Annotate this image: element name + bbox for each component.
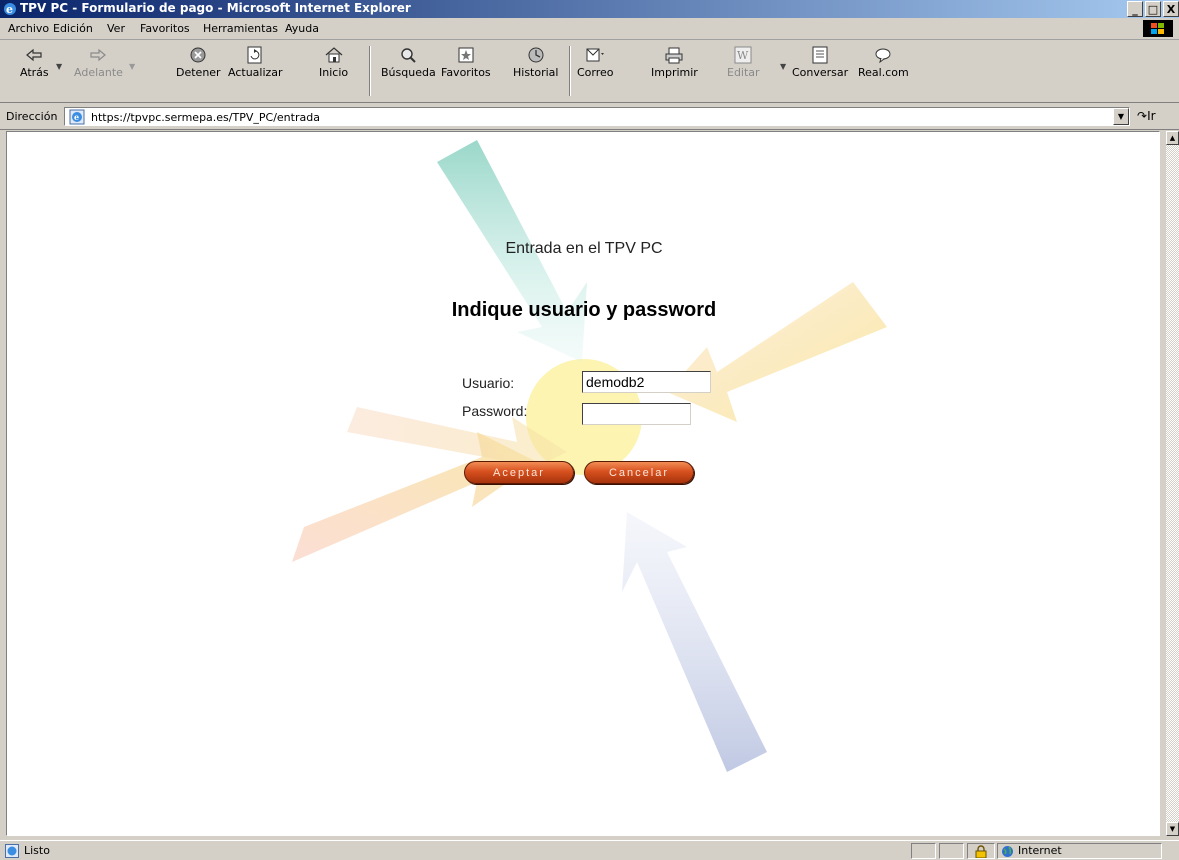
search-icon	[401, 48, 417, 63]
page-title: Indique usuario y password	[451, 299, 717, 321]
stop-button[interactable]: Detener	[176, 46, 221, 79]
back-button[interactable]: Atrás	[20, 46, 49, 79]
menu-herramientas[interactable]: Herramientas	[203, 22, 278, 35]
title-bar: e TPV PC - Formulario de pago - Microsof…	[0, 0, 1179, 18]
lock-icon	[975, 845, 987, 858]
security-panel	[967, 843, 995, 859]
favorites-icon	[458, 47, 474, 63]
status-bar: Listo Internet	[0, 840, 1179, 860]
toolbar-separator	[369, 46, 371, 96]
discuss-button[interactable]: Conversar	[792, 46, 848, 79]
address-input[interactable]: e https://tpvpc.sermepa.es/TPV_PC/entrad…	[64, 107, 1130, 126]
menu-ayuda[interactable]: Ayuda	[285, 22, 319, 35]
ie-logo-icon: e	[4, 3, 16, 16]
address-label: Dirección	[6, 110, 58, 123]
background-arrows-graphic	[292, 140, 887, 772]
forward-dropdown-icon[interactable]: ▼	[129, 62, 135, 71]
address-dropdown-icon[interactable]: ▼	[1113, 108, 1129, 125]
menu-favoritos[interactable]: Favoritos	[140, 22, 190, 35]
status-text: Listo	[24, 844, 50, 857]
menu-edicion[interactable]: Edición	[53, 22, 93, 35]
stop-icon	[190, 47, 206, 63]
scroll-down-icon[interactable]: ▼	[1166, 822, 1179, 836]
status-panel	[911, 843, 936, 859]
status-panel	[939, 843, 964, 859]
cancelar-button[interactable]: Cancelar	[584, 461, 694, 484]
password-input[interactable]	[582, 403, 691, 425]
edit-button[interactable]: W Editar	[727, 46, 760, 79]
refresh-button[interactable]: Actualizar	[228, 46, 283, 79]
usuario-input[interactable]	[582, 371, 711, 393]
home-button[interactable]: Inicio	[319, 46, 348, 79]
back-dropdown-icon[interactable]: ▼	[56, 62, 62, 71]
toolbar-separator	[569, 46, 571, 96]
svg-text:e: e	[6, 3, 13, 16]
minimize-button[interactable]: _	[1127, 1, 1143, 17]
address-bar: Dirección e https://tpvpc.sermepa.es/TPV…	[0, 103, 1179, 130]
history-button[interactable]: Historial	[513, 46, 558, 79]
password-label: Password:	[462, 403, 528, 419]
maximize-button[interactable]: □	[1145, 1, 1161, 17]
toolbar: Atrás ▼ Adelante ▼ Detener Actualizar In…	[0, 40, 1179, 103]
globe-icon	[1002, 846, 1013, 857]
vertical-scrollbar[interactable]: ▲ ▼	[1166, 131, 1179, 836]
print-button[interactable]: Imprimir	[651, 46, 698, 79]
edit-dropdown-icon[interactable]: ▼	[780, 62, 786, 71]
mail-icon	[586, 48, 605, 62]
page-viewport: Entrada en el TPV PC Indique usuario y p…	[6, 131, 1160, 836]
menu-bar: Archivo Edición Ver Favoritos Herramient…	[0, 18, 1179, 40]
page-status-icon	[5, 844, 19, 858]
go-arrow-icon: ↷	[1137, 109, 1148, 123]
search-button[interactable]: Búsqueda	[381, 46, 436, 79]
aceptar-button[interactable]: Aceptar	[464, 461, 574, 484]
favorites-button[interactable]: Favoritos	[441, 46, 491, 79]
page-subtitle: Entrada en el TPV PC	[505, 240, 663, 257]
realcom-icon	[875, 48, 891, 64]
usuario-label: Usuario:	[462, 375, 515, 391]
svg-text:W: W	[737, 49, 749, 62]
close-button[interactable]: X	[1163, 1, 1179, 17]
forward-arrow-icon	[90, 48, 107, 62]
menu-archivo[interactable]: Archivo	[8, 22, 49, 35]
forward-button[interactable]: Adelante	[74, 46, 123, 79]
refresh-icon	[247, 46, 262, 64]
back-arrow-icon	[26, 48, 42, 62]
discuss-icon	[812, 46, 828, 64]
svg-text:e: e	[74, 112, 79, 122]
realcom-button[interactable]: Real.com	[858, 46, 909, 79]
address-url: https://tpvpc.sermepa.es/TPV_PC/entrada	[91, 111, 320, 124]
print-icon	[665, 47, 683, 64]
menu-ver[interactable]: Ver	[107, 22, 125, 35]
window-title: TPV PC - Formulario de pago - Microsoft …	[20, 1, 411, 15]
go-button[interactable]: ↷Ir	[1137, 109, 1156, 123]
edit-icon: W	[734, 46, 752, 64]
zone-text: Internet	[1018, 844, 1062, 857]
history-icon	[528, 47, 544, 63]
scroll-up-icon[interactable]: ▲	[1166, 131, 1179, 145]
home-icon	[325, 47, 342, 63]
windows-logo-icon	[1143, 20, 1173, 37]
page-icon: e	[69, 109, 85, 125]
mail-button[interactable]: Correo	[577, 46, 614, 79]
